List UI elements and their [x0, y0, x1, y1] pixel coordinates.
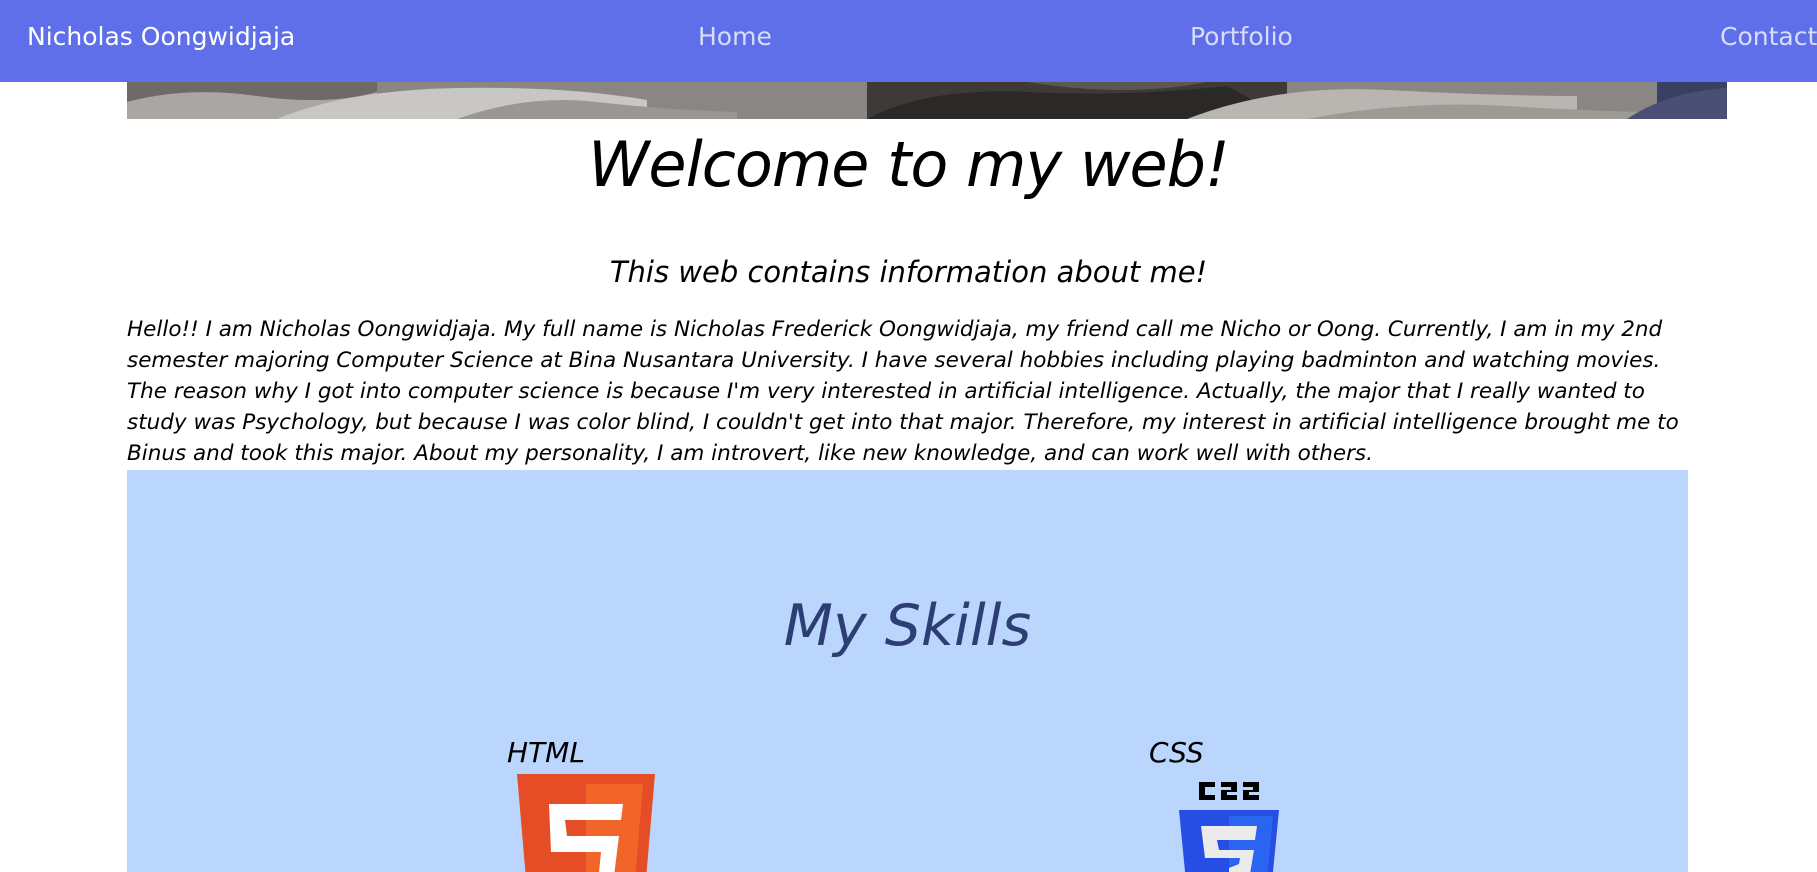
css3-icon — [1177, 782, 1281, 872]
intro-paragraph: Hello!! I am Nicholas Oongwidjaja. My fu… — [127, 317, 1679, 466]
nav-link-portfolio[interactable]: Portfolio — [1190, 22, 1293, 51]
nav-link-contact[interactable]: Contact — [1720, 22, 1817, 51]
page-subtitle: This web contains information about me! — [609, 255, 1208, 289]
navbar: Nicholas Oongwidjaja Home Portfolio Cont… — [0, 0, 1817, 82]
skills-title: My Skills — [783, 593, 1032, 659]
nav-link-home[interactable]: Home — [698, 22, 772, 51]
html5-icon — [517, 774, 655, 872]
skills-section: My Skills HTML CSS — [127, 470, 1688, 872]
page-title: Welcome to my web! — [588, 128, 1230, 201]
brand-name[interactable]: Nicholas Oongwidjaja — [27, 22, 295, 51]
hero-banner-image — [127, 82, 1727, 119]
skill-label-html: HTML — [507, 736, 585, 769]
skill-label-css: CSS — [1149, 736, 1204, 769]
